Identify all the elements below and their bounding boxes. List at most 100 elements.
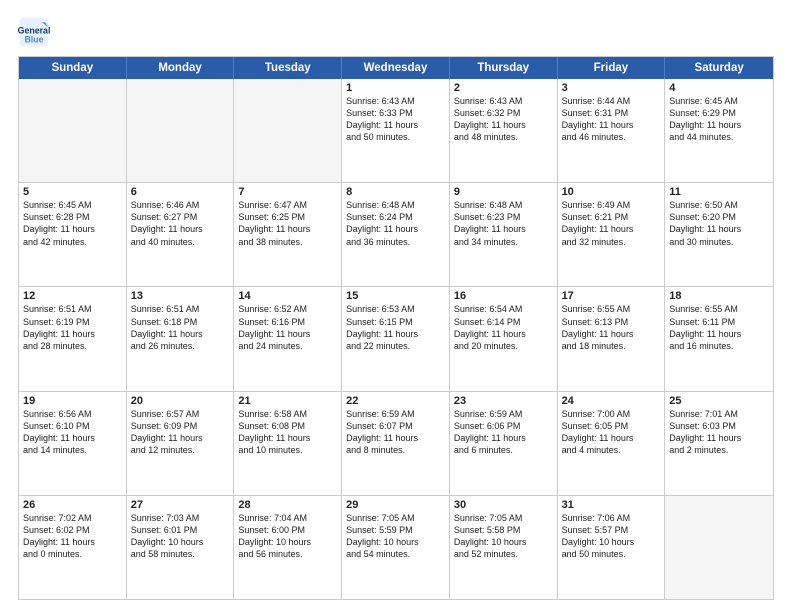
day-number: 21 bbox=[238, 395, 337, 407]
day-info: Sunrise: 6:54 AM Sunset: 6:14 PM Dayligh… bbox=[454, 304, 526, 350]
day-info: Sunrise: 6:45 AM Sunset: 6:29 PM Dayligh… bbox=[669, 96, 741, 142]
day-number: 24 bbox=[562, 395, 661, 407]
day-number: 9 bbox=[454, 186, 553, 198]
day-info: Sunrise: 7:02 AM Sunset: 6:02 PM Dayligh… bbox=[23, 513, 95, 559]
day-info: Sunrise: 6:53 AM Sunset: 6:15 PM Dayligh… bbox=[346, 304, 418, 350]
calendar-day-7: 7 Sunrise: 6:47 AM Sunset: 6:25 PM Daylig… bbox=[234, 183, 342, 286]
calendar-day-12: 12 Sunrise: 6:51 AM Sunset: 6:19 PM Dayli… bbox=[19, 287, 127, 390]
calendar-day-26: 26 Sunrise: 7:02 AM Sunset: 6:02 PM Dayli… bbox=[19, 496, 127, 599]
day-number: 10 bbox=[562, 186, 661, 198]
calendar-day-25: 25Sunrise: 7:01 AM Sunset: 6:03 PM Dayli… bbox=[665, 392, 773, 495]
day-header-friday: Friday bbox=[558, 57, 666, 79]
calendar-body: 1 Sunrise: 6:43 AM Sunset: 6:33 PM Daylig… bbox=[19, 79, 773, 599]
day-info: Sunrise: 7:06 AM Sunset: 5:57 PM Dayligh… bbox=[562, 513, 635, 559]
day-number: 23 bbox=[454, 395, 553, 407]
calendar-day-2: 2Sunrise: 6:43 AM Sunset: 6:32 PM Daylig… bbox=[450, 79, 558, 182]
day-number: 19 bbox=[23, 395, 122, 407]
calendar-day-30: 30 Sunrise: 7:05 AM Sunset: 5:58 PM Dayli… bbox=[450, 496, 558, 599]
day-header-wednesday: Wednesday bbox=[342, 57, 450, 79]
day-number: 30 bbox=[454, 499, 553, 511]
svg-text:Blue: Blue bbox=[24, 34, 43, 44]
calendar-day-27: 27 Sunrise: 7:03 AM Sunset: 6:01 PM Dayli… bbox=[127, 496, 235, 599]
day-number: 29 bbox=[346, 499, 445, 511]
day-number: 3 bbox=[562, 82, 661, 94]
day-number: 13 bbox=[131, 290, 230, 302]
day-info: Sunrise: 6:49 AM Sunset: 6:21 PM Dayligh… bbox=[562, 200, 634, 246]
logo-icon: General Blue bbox=[18, 16, 50, 48]
calendar-day-23: 23 Sunrise: 6:59 AM Sunset: 6:06 PM Dayli… bbox=[450, 392, 558, 495]
day-number: 12 bbox=[23, 290, 122, 302]
day-number: 11 bbox=[669, 186, 769, 198]
calendar-row-1: 1 Sunrise: 6:43 AM Sunset: 6:33 PM Daylig… bbox=[19, 79, 773, 182]
calendar-day-28: 28Sunrise: 7:04 AM Sunset: 6:00 PM Dayli… bbox=[234, 496, 342, 599]
calendar-day-20: 20 Sunrise: 6:57 AM Sunset: 6:09 PM Dayli… bbox=[127, 392, 235, 495]
day-number: 17 bbox=[562, 290, 661, 302]
day-info: Sunrise: 7:04 AM Sunset: 6:00 PM Dayligh… bbox=[238, 513, 311, 559]
day-number: 2 bbox=[454, 82, 553, 94]
calendar-row-2: 5 Sunrise: 6:45 AM Sunset: 6:28 PM Daylig… bbox=[19, 182, 773, 286]
day-number: 1 bbox=[346, 82, 445, 94]
day-number: 25 bbox=[669, 395, 769, 407]
day-number: 8 bbox=[346, 186, 445, 198]
day-number: 5 bbox=[23, 186, 122, 198]
day-header-saturday: Saturday bbox=[665, 57, 773, 79]
day-info: Sunrise: 6:47 AM Sunset: 6:25 PM Dayligh… bbox=[238, 200, 310, 246]
day-number: 31 bbox=[562, 499, 661, 511]
day-header-tuesday: Tuesday bbox=[234, 57, 342, 79]
day-info: Sunrise: 6:59 AM Sunset: 6:06 PM Dayligh… bbox=[454, 409, 526, 455]
day-info: Sunrise: 6:57 AM Sunset: 6:09 PM Dayligh… bbox=[131, 409, 203, 455]
day-info: Sunrise: 6:51 AM Sunset: 6:18 PM Dayligh… bbox=[131, 304, 203, 350]
day-number: 27 bbox=[131, 499, 230, 511]
day-header-monday: Monday bbox=[127, 57, 235, 79]
calendar-day-4: 4 Sunrise: 6:45 AM Sunset: 6:29 PM Daylig… bbox=[665, 79, 773, 182]
day-number: 14 bbox=[238, 290, 337, 302]
calendar-day-8: 8 Sunrise: 6:48 AM Sunset: 6:24 PM Daylig… bbox=[342, 183, 450, 286]
calendar-empty-cell bbox=[665, 496, 773, 599]
day-info: Sunrise: 6:56 AM Sunset: 6:10 PM Dayligh… bbox=[23, 409, 95, 455]
calendar-day-11: 11 Sunrise: 6:50 AM Sunset: 6:20 PM Dayli… bbox=[665, 183, 773, 286]
header: General Blue bbox=[18, 16, 774, 48]
day-info: Sunrise: 7:05 AM Sunset: 5:59 PM Dayligh… bbox=[346, 513, 419, 559]
page: General Blue SundayMondayTuesdayWednesda… bbox=[0, 0, 792, 612]
day-info: Sunrise: 6:58 AM Sunset: 6:08 PM Dayligh… bbox=[238, 409, 310, 455]
day-info: Sunrise: 6:45 AM Sunset: 6:28 PM Dayligh… bbox=[23, 200, 95, 246]
calendar-empty-cell bbox=[234, 79, 342, 182]
day-info: Sunrise: 6:59 AM Sunset: 6:07 PM Dayligh… bbox=[346, 409, 418, 455]
calendar-day-15: 15 Sunrise: 6:53 AM Sunset: 6:15 PM Dayli… bbox=[342, 287, 450, 390]
calendar-day-19: 19 Sunrise: 6:56 AM Sunset: 6:10 PM Dayli… bbox=[19, 392, 127, 495]
day-info: Sunrise: 7:00 AM Sunset: 6:05 PM Dayligh… bbox=[562, 409, 634, 455]
day-info: Sunrise: 6:43 AM Sunset: 6:33 PM Dayligh… bbox=[346, 96, 418, 142]
calendar-day-6: 6Sunrise: 6:46 AM Sunset: 6:27 PM Daylig… bbox=[127, 183, 235, 286]
day-number: 26 bbox=[23, 499, 122, 511]
calendar-day-10: 10 Sunrise: 6:49 AM Sunset: 6:21 PM Dayli… bbox=[558, 183, 666, 286]
calendar-day-22: 22 Sunrise: 6:59 AM Sunset: 6:07 PM Dayli… bbox=[342, 392, 450, 495]
day-info: Sunrise: 7:03 AM Sunset: 6:01 PM Dayligh… bbox=[131, 513, 204, 559]
day-info: Sunrise: 6:51 AM Sunset: 6:19 PM Dayligh… bbox=[23, 304, 95, 350]
calendar-row-4: 19 Sunrise: 6:56 AM Sunset: 6:10 PM Dayli… bbox=[19, 391, 773, 495]
day-number: 20 bbox=[131, 395, 230, 407]
calendar-day-9: 9Sunrise: 6:48 AM Sunset: 6:23 PM Daylig… bbox=[450, 183, 558, 286]
day-number: 16 bbox=[454, 290, 553, 302]
day-header-sunday: Sunday bbox=[19, 57, 127, 79]
calendar-day-16: 16 Sunrise: 6:54 AM Sunset: 6:14 PM Dayli… bbox=[450, 287, 558, 390]
calendar-day-17: 17 Sunrise: 6:55 AM Sunset: 6:13 PM Dayli… bbox=[558, 287, 666, 390]
day-number: 4 bbox=[669, 82, 769, 94]
day-info: Sunrise: 6:50 AM Sunset: 6:20 PM Dayligh… bbox=[669, 200, 741, 246]
day-header-thursday: Thursday bbox=[450, 57, 558, 79]
day-number: 6 bbox=[131, 186, 230, 198]
calendar-day-5: 5 Sunrise: 6:45 AM Sunset: 6:28 PM Daylig… bbox=[19, 183, 127, 286]
calendar-row-3: 12 Sunrise: 6:51 AM Sunset: 6:19 PM Dayli… bbox=[19, 286, 773, 390]
calendar-day-3: 3Sunrise: 6:44 AM Sunset: 6:31 PM Daylig… bbox=[558, 79, 666, 182]
calendar-day-24: 24 Sunrise: 7:00 AM Sunset: 6:05 PM Dayli… bbox=[558, 392, 666, 495]
day-info: Sunrise: 7:05 AM Sunset: 5:58 PM Dayligh… bbox=[454, 513, 527, 559]
day-info: Sunrise: 6:48 AM Sunset: 6:24 PM Dayligh… bbox=[346, 200, 418, 246]
day-number: 22 bbox=[346, 395, 445, 407]
calendar-header-row: SundayMondayTuesdayWednesdayThursdayFrid… bbox=[19, 57, 773, 79]
day-info: Sunrise: 6:55 AM Sunset: 6:13 PM Dayligh… bbox=[562, 304, 634, 350]
calendar-day-13: 13 Sunrise: 6:51 AM Sunset: 6:18 PM Dayli… bbox=[127, 287, 235, 390]
day-info: Sunrise: 6:55 AM Sunset: 6:11 PM Dayligh… bbox=[669, 304, 741, 350]
day-number: 15 bbox=[346, 290, 445, 302]
calendar-day-1: 1 Sunrise: 6:43 AM Sunset: 6:33 PM Daylig… bbox=[342, 79, 450, 182]
day-number: 7 bbox=[238, 186, 337, 198]
calendar-empty-cell bbox=[127, 79, 235, 182]
